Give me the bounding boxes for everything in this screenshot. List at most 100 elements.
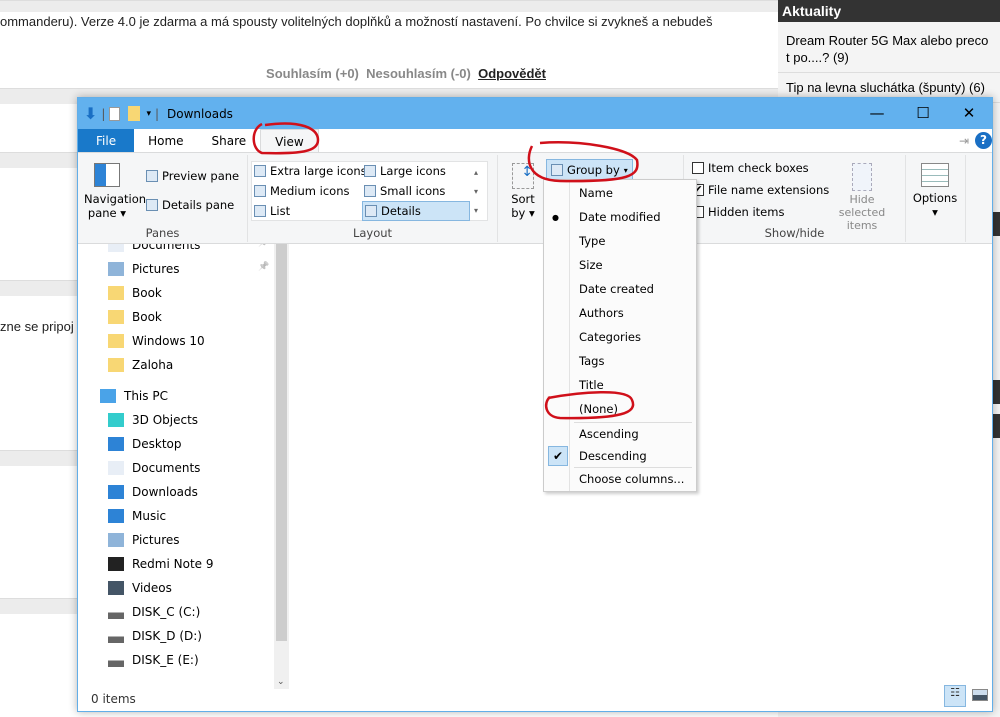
nav-scrollbar[interactable]: ⌄ (274, 244, 289, 689)
group-by-icon (551, 164, 563, 176)
group-by-option[interactable]: (None) (579, 402, 618, 416)
nav-item-label: Pictures (132, 533, 180, 547)
group-by-option[interactable]: Date created (579, 282, 654, 296)
group-by-option[interactable]: Authors (579, 306, 624, 320)
file-name-extensions-toggle[interactable]: ✔ File name extensions (692, 183, 829, 197)
layout-scroll-arrows[interactable]: ▴ ▾ ▾ (474, 163, 478, 220)
sort-by-button[interactable]: ↕ Sort by ▾ (506, 163, 540, 220)
nav-item-label: Videos (132, 581, 172, 595)
file-explorer-window: ⬇ | ▾ | Downloads — ☐ ✕ File Home Share … (77, 97, 993, 712)
sort-order-option[interactable]: Descending (579, 449, 647, 463)
hidden-items-toggle[interactable]: Hidden items (692, 205, 784, 219)
show-hide-group: Item check boxes ✔ File name extensions H… (684, 155, 906, 242)
disagree-link[interactable]: Nesouhlasím (-0) (366, 66, 471, 81)
tab-file[interactable]: File (78, 129, 135, 152)
nav-item-label: This PC (124, 389, 168, 403)
layout-list[interactable]: List (254, 204, 290, 218)
sort-order-option[interactable]: Ascending (579, 427, 639, 441)
nav-item-label: DISK_C (C:) (132, 605, 201, 619)
tab-share[interactable]: Share (198, 129, 261, 152)
nav-item-pc[interactable]: Downloads (108, 485, 198, 499)
preview-pane-button[interactable]: Preview pane (146, 169, 239, 183)
group-by-option[interactable]: Type (579, 234, 605, 248)
options-button[interactable]: Options ▾ (912, 163, 958, 219)
nav-item-pc[interactable]: DISK_C (C:) (108, 605, 200, 619)
details-pane-icon (146, 199, 158, 211)
layout-large-icons[interactable]: Large icons (364, 164, 446, 178)
title-bar: ⬇ | ▾ | Downloads — ☐ ✕ (78, 98, 992, 129)
folder-icon (108, 334, 124, 348)
group-by-option[interactable]: Size (579, 258, 603, 272)
nav-item-pc[interactable]: Documents (108, 461, 200, 475)
group-by-option[interactable]: Categories (579, 330, 641, 344)
options-group: Options ▾ (906, 155, 966, 242)
news-item[interactable]: Dream Router 5G Max alebo preco t po....… (778, 22, 1000, 73)
group-label: Layout (352, 226, 393, 240)
nav-item-quick-access[interactable]: Zaloha (108, 358, 173, 372)
drive-icon (108, 629, 124, 643)
nav-item-pc[interactable]: Redmi Note 9 (108, 557, 214, 571)
nav-item-pc[interactable]: DISK_E (E:) (108, 653, 199, 667)
documents-icon (108, 461, 124, 475)
choose-columns-option[interactable]: Choose columns... (579, 472, 684, 486)
close-button[interactable]: ✕ (946, 98, 992, 129)
documents-icon (108, 244, 124, 252)
scrollbar-thumb[interactable] (276, 244, 287, 641)
layout-medium-icons[interactable]: Medium icons (254, 184, 349, 198)
article-text: ommanderu). Verze 4.0 je zdarma a má spo… (0, 14, 713, 29)
help-icon[interactable]: ? (975, 132, 992, 149)
navigation-pane-icon (94, 163, 120, 187)
nav-item-pc[interactable]: 3D Objects (108, 413, 198, 427)
folder-icon (108, 358, 124, 372)
nav-item-quick-access[interactable]: Pictures (108, 262, 180, 276)
nav-item-quick-access[interactable]: Windows 10 (108, 334, 205, 348)
minimize-button[interactable]: — (854, 98, 900, 129)
nav-item-pc[interactable]: Pictures (108, 533, 180, 547)
tab-home[interactable]: Home (134, 129, 197, 152)
nav-item-pc[interactable]: Videos (108, 581, 172, 595)
window-title: Downloads (167, 106, 233, 121)
scroll-down-arrow[interactable]: ⌄ (277, 677, 285, 687)
qat-dropdown-icon[interactable]: ▾ (146, 109, 151, 119)
details-pane-button[interactable]: Details pane (146, 198, 234, 212)
group-by-option[interactable]: Tags (579, 354, 604, 368)
layout-details[interactable]: Details (362, 201, 470, 221)
item-count: 0 items (91, 692, 136, 706)
properties-icon[interactable] (109, 106, 121, 121)
nav-item-pc[interactable]: Desktop (108, 437, 182, 451)
tab-view[interactable]: View (260, 129, 319, 152)
options-icon (921, 163, 949, 187)
group-by-option[interactable]: Title (579, 378, 604, 392)
pin-icon: 📌 (258, 244, 269, 248)
details-view-button[interactable]: ☷ (944, 685, 966, 707)
downloads-arrow-icon: ⬇ (84, 104, 98, 123)
large-icons-view-button[interactable] (972, 689, 988, 701)
nav-item-pc[interactable]: DISK_D (D:) (108, 629, 202, 643)
group-by-option[interactable]: Date modified (579, 210, 661, 224)
agree-link[interactable]: Souhlasím (+0) (266, 66, 359, 81)
pictures-icon (108, 262, 124, 276)
group-label: Panes (145, 226, 180, 240)
preview-pane-icon (146, 170, 158, 182)
layout-extra-large-icons[interactable]: Extra large icons (254, 164, 367, 178)
group-by-option[interactable]: Name (579, 186, 613, 200)
pictures-icon (108, 533, 124, 547)
reply-link[interactable]: Odpovědět (478, 66, 546, 81)
pin-ribbon-icon[interactable]: ⇥ (959, 129, 969, 152)
group-by-button[interactable]: Group by ▾ (546, 159, 633, 181)
item-check-boxes-toggle[interactable]: Item check boxes (692, 161, 809, 175)
nav-item-quick-access[interactable]: Book (108, 310, 162, 324)
navigation-pane-button[interactable]: Navigation pane ▾ (84, 163, 146, 220)
layout-small-icons[interactable]: Small icons (364, 184, 445, 198)
group-by-menu: Name Date modified ● Type Size Date created Au… (543, 179, 697, 492)
nav-item-quick-access[interactable]: Documents (108, 244, 200, 252)
nav-item-quick-access[interactable]: Book (108, 286, 162, 300)
maximize-button[interactable]: ☐ (900, 98, 946, 129)
nav-item-pc[interactable]: Music (108, 509, 166, 523)
nav-item-label: DISK_E (E:) (132, 653, 199, 667)
nav-item-this-pc[interactable]: This PC (100, 389, 168, 403)
new-folder-icon[interactable] (128, 106, 141, 121)
hide-selected-items-button[interactable]: Hide selected items (826, 163, 898, 232)
ribbon: Navigation pane ▾ Preview pane Details p… (78, 153, 992, 244)
navigation-pane: Documents 📌 Pictures 📌 Book Book Windows 10 Zal… (78, 244, 289, 689)
